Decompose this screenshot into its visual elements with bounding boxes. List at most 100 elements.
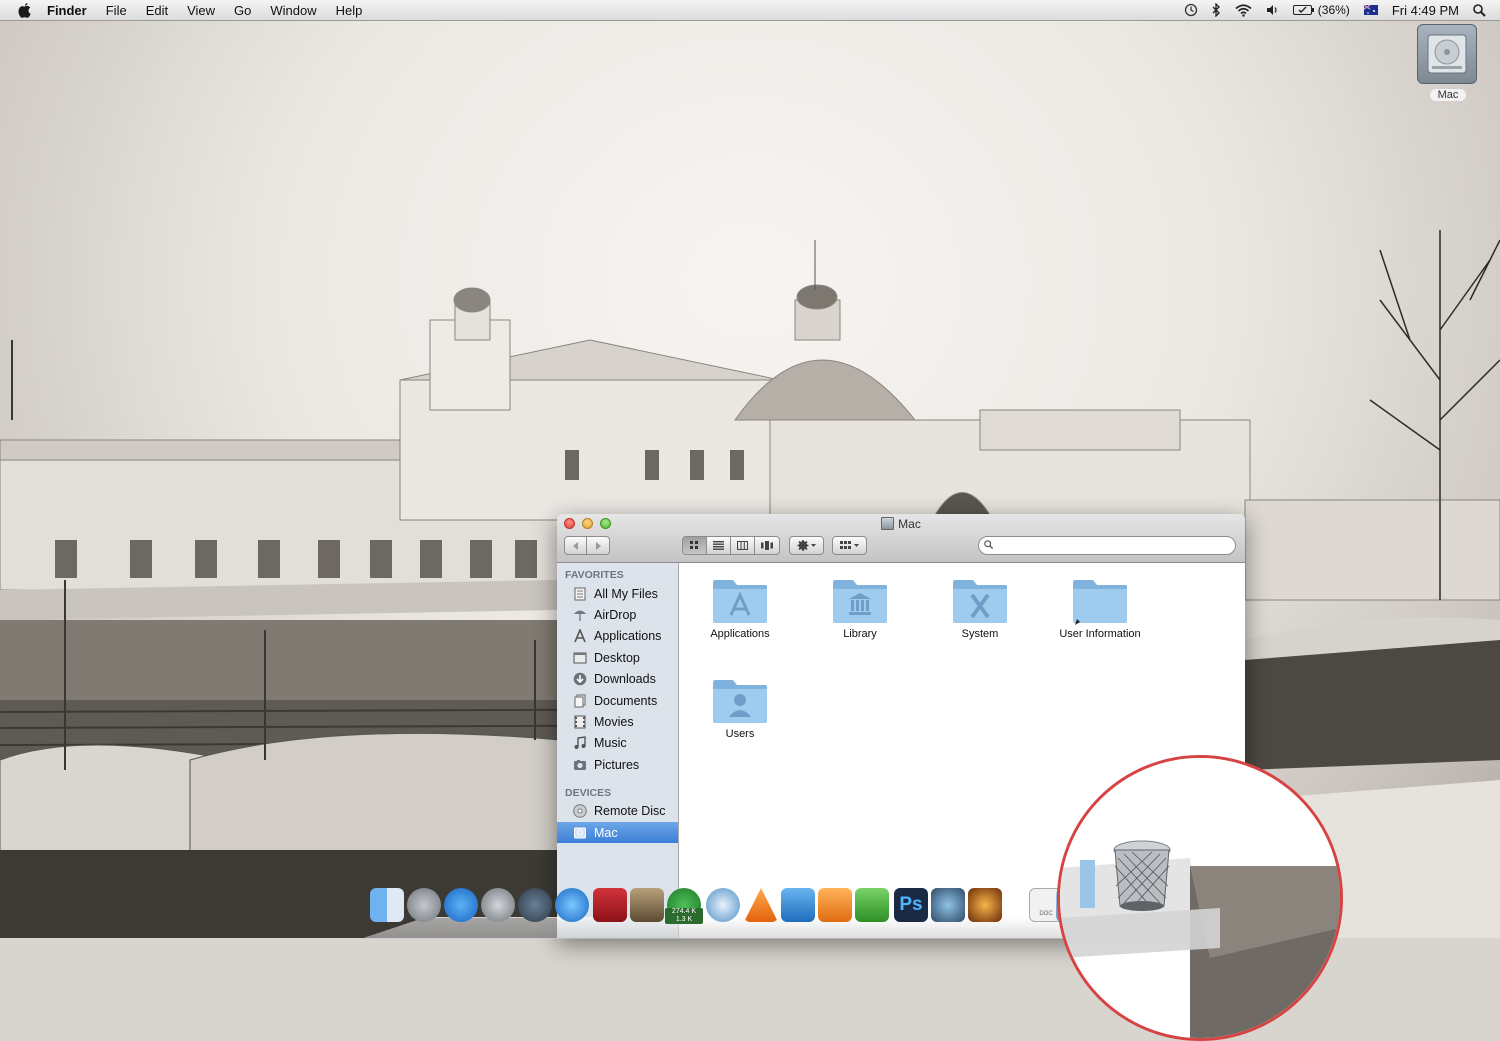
desktop-icon [573,652,587,664]
folder-system[interactable]: System [925,575,1035,640]
users-folder-icon [713,680,767,723]
sidebar-item-desktop[interactable]: Desktop [557,647,678,668]
folder-user-information[interactable]: User Information [1045,575,1155,640]
menu-edit[interactable]: Edit [146,3,168,18]
hard-disk-icon [1417,24,1477,84]
library-folder-icon [833,580,887,623]
cover-flow-button[interactable] [755,536,780,555]
trash-icon[interactable] [1113,840,1171,911]
photo-booth-icon[interactable] [593,888,627,922]
input-source-flag-icon[interactable] [1363,5,1378,15]
menu-file[interactable]: File [106,3,127,18]
sidebar-item-label: Applications [594,629,662,644]
volume-icon[interactable] [1266,4,1279,16]
sidebar: FAVORITES All My Files AirDrop Applicati… [557,563,679,938]
window-title-text: Mac [898,517,921,531]
arrange-menu-button[interactable] [832,536,867,555]
menu-bar: Finder File Edit View Go Window Help (36… [0,0,1500,21]
doc-label: DOC [1039,911,1053,917]
vlc-icon[interactable] [744,888,778,922]
zoom-callout-art [1060,758,1340,1038]
sidebar-item-airdrop[interactable]: AirDrop [557,604,678,625]
sidebar-item-label: All My Files [594,586,658,601]
desktop-disk-mac[interactable]: Mac [1417,24,1479,103]
window-toolbar: Mac [557,514,1245,563]
spotlight-icon[interactable] [1473,3,1486,17]
menu-view[interactable]: View [187,3,215,18]
folder-applications[interactable]: Applications [685,575,795,640]
utorrent-icon[interactable]: 274.4 K 1.3 K [665,888,703,924]
sidebar-item-all-my-files[interactable]: All My Files [557,583,678,604]
applications-icon [574,629,586,643]
iphoto-icon[interactable] [630,888,664,922]
bluetooth-icon[interactable] [1212,3,1221,17]
upload-speed-badge: 274.4 K [671,908,697,915]
sidebar-item-label: AirDrop [594,608,637,623]
all-files-icon [574,587,586,601]
pictures-icon [574,759,586,770]
status-menus: (36%) Fri 4:49 PM [1184,0,1500,20]
search-icon [984,540,993,549]
folder-users[interactable]: Users [685,675,795,740]
icon-view-icon [690,541,698,549]
clock[interactable]: Fri 4:49 PM [1392,3,1459,18]
sidebar-item-applications[interactable]: Applications [557,626,678,647]
app-store-icon[interactable] [444,888,478,922]
column-view-button[interactable] [731,536,755,555]
itunes-icon[interactable] [555,888,589,922]
search-field[interactable] [978,536,1236,555]
window-title: Mac [557,517,1245,531]
sidebar-item-label: Music [594,736,627,751]
sidebar-item-movies[interactable]: Movies [557,711,678,732]
menu-go[interactable]: Go [234,3,251,18]
starcraft-icon[interactable] [931,888,965,922]
column-view-icon [737,541,748,550]
forward-arrow-icon [596,541,601,550]
sidebar-item-label: Remote Disc [594,804,666,819]
desktop-disk-label: Mac [1429,89,1467,101]
icon-view-button[interactable] [682,536,707,555]
wifi-icon[interactable] [1235,3,1252,17]
menu-help[interactable]: Help [336,3,363,18]
applications-folder-icon [713,580,767,623]
battery-percent: (36%) [1317,3,1350,17]
arrange-grid-icon [839,541,859,549]
sidebar-item-music[interactable]: Music [557,733,678,754]
battery-status[interactable]: (36%) [1292,3,1350,17]
powerpoint-icon[interactable] [818,888,852,922]
sidebar-item-documents[interactable]: Documents [557,690,678,711]
diablo-icon[interactable] [968,888,1002,922]
safari-icon[interactable] [706,888,740,922]
folder-library[interactable]: Library [805,575,915,640]
airdrop-icon [574,610,586,622]
download-speed-badge: 1.3 K [675,916,693,923]
forward-button[interactable] [587,536,610,555]
folder-label: User Information [1059,628,1141,640]
app-menu-finder[interactable]: Finder [47,3,87,18]
sidebar-item-downloads[interactable]: Downloads [557,669,678,690]
sidebar-item-remote-disc[interactable]: Remote Disc [557,801,678,822]
system-preferences-icon[interactable] [481,888,515,922]
launchpad-icon[interactable] [407,888,441,922]
action-menu-button[interactable] [789,536,824,555]
downloads-icon [573,672,587,686]
word-icon[interactable] [781,888,815,922]
back-button[interactable] [564,536,587,555]
apple-menu-icon[interactable] [16,2,33,19]
photoshop-icon[interactable]: Ps [894,888,928,922]
facetime-icon[interactable] [518,888,552,922]
folder-label: Users [725,728,755,740]
finder-icon[interactable] [370,888,404,922]
list-view-button[interactable] [707,536,731,555]
sidebar-item-pictures[interactable]: Pictures [557,754,678,775]
sidebar-item-mac[interactable]: Mac [557,821,678,844]
movies-icon [574,715,586,729]
excel-icon[interactable] [855,888,889,922]
menu-window[interactable]: Window [270,3,316,18]
sidebar-item-label: Documents [594,693,658,708]
system-folder-icon [953,580,1007,623]
back-forward-control [564,536,610,555]
folder-label: Library [843,628,877,640]
time-machine-icon[interactable] [1184,3,1198,17]
search-input[interactable] [999,538,1233,555]
